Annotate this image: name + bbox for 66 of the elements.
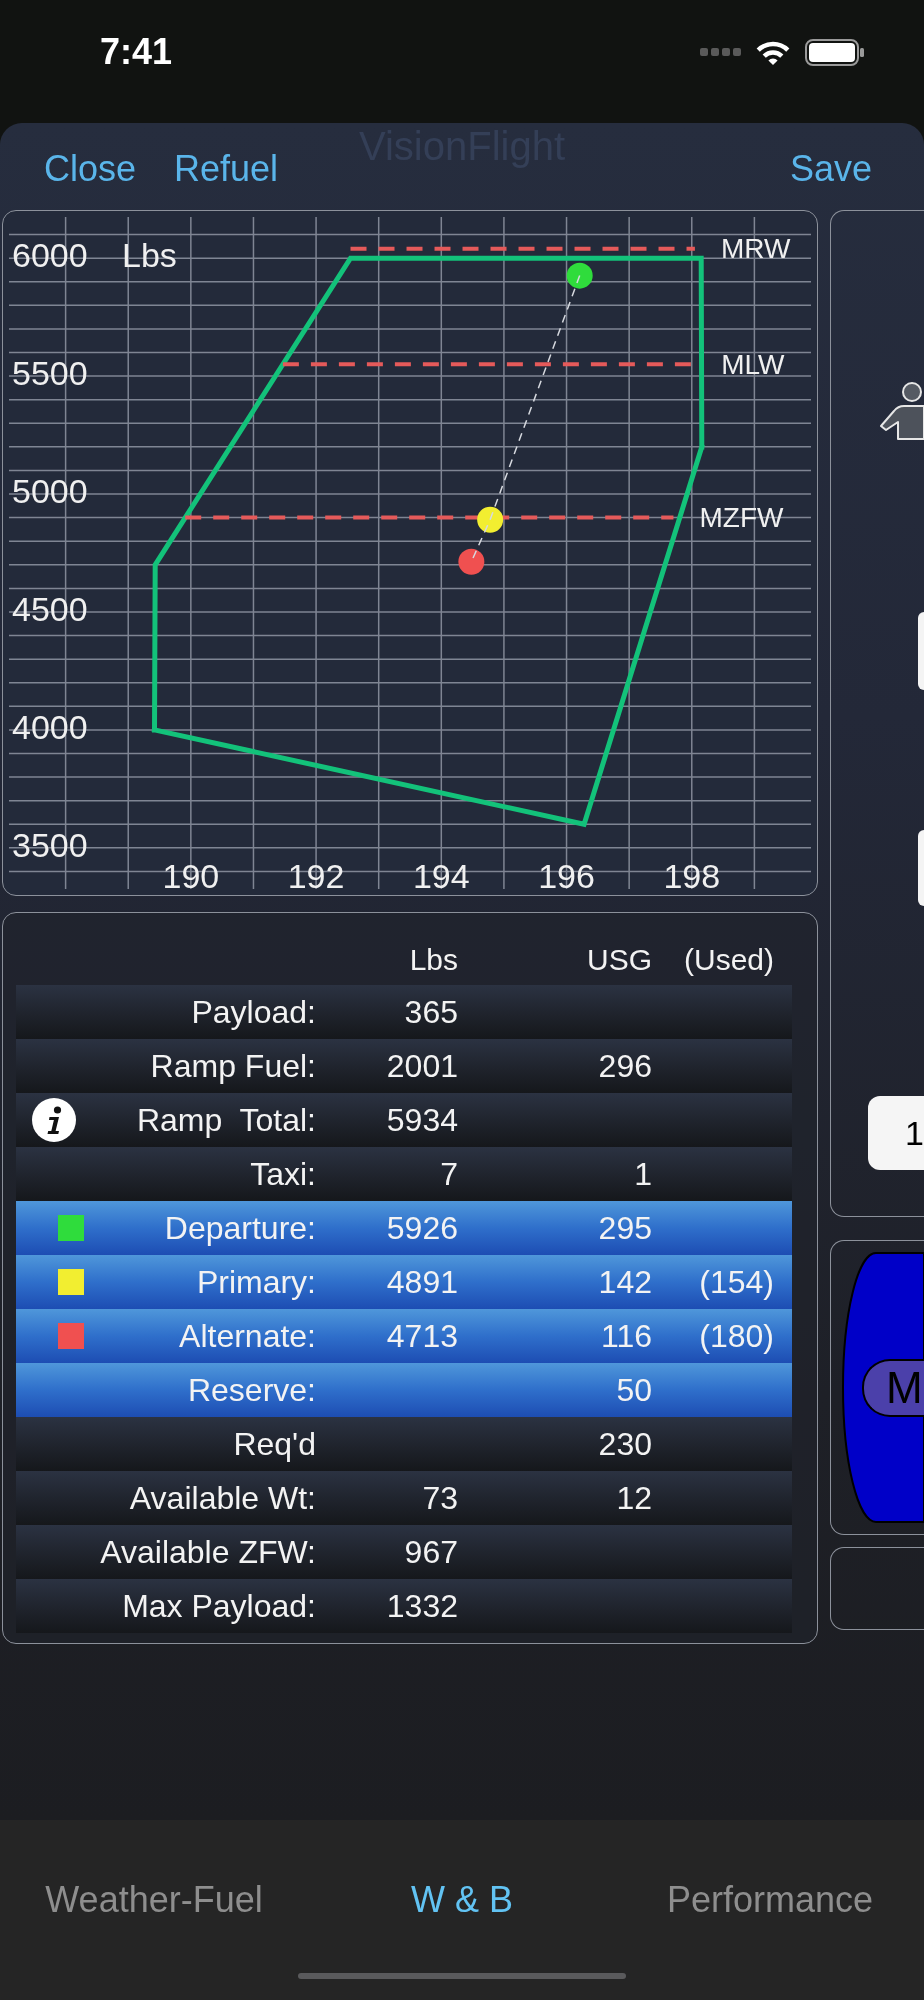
table-cell: 5934 bbox=[386, 1101, 458, 1139]
row-label: Available Wt: bbox=[129, 1479, 316, 1517]
tick-label: 5500 bbox=[12, 354, 88, 393]
table-cell: 5926 bbox=[386, 1209, 458, 1247]
tick-label: 4000 bbox=[12, 707, 88, 746]
table-cell: 230 bbox=[598, 1425, 652, 1463]
person-icon bbox=[879, 381, 924, 440]
table-cell: 967 bbox=[404, 1533, 458, 1571]
header-button[interactable]: Save bbox=[789, 149, 872, 189]
limit-label: MRW bbox=[720, 233, 791, 265]
table-cell: (154) bbox=[699, 1263, 774, 1301]
table-cell: 296 bbox=[598, 1047, 652, 1085]
column-header: USG bbox=[587, 943, 652, 977]
tick-label: 6000 bbox=[12, 236, 88, 275]
table-cell: 73 bbox=[422, 1479, 458, 1517]
signal-icon bbox=[700, 48, 741, 56]
row-label: Payload: bbox=[191, 993, 316, 1031]
tick-label: 4500 bbox=[12, 589, 88, 628]
header-button[interactable]: Refuel bbox=[174, 149, 279, 189]
row-label: Departure: bbox=[164, 1209, 316, 1247]
limit-label: MZFW bbox=[699, 502, 784, 534]
table-cell: 2001 bbox=[386, 1047, 458, 1085]
table-cell: 1 bbox=[634, 1155, 652, 1193]
row-label: Max Payload: bbox=[122, 1587, 316, 1625]
tick-label: 190 bbox=[162, 857, 220, 895]
table-cell: 365 bbox=[404, 993, 458, 1031]
info-icon[interactable] bbox=[32, 1098, 76, 1142]
tick-label: 196 bbox=[538, 857, 595, 895]
table-cell: 50 bbox=[616, 1371, 652, 1409]
battery-icon bbox=[805, 38, 864, 66]
table-cell: 142 bbox=[598, 1263, 652, 1301]
wifi-icon bbox=[756, 39, 790, 65]
limit-label: MLW bbox=[721, 348, 785, 380]
table-cell: 12 bbox=[616, 1479, 652, 1517]
header-button[interactable]: Close bbox=[44, 149, 137, 189]
table-cell: 4713 bbox=[386, 1317, 458, 1355]
row-label: Ramp Total: bbox=[136, 1101, 316, 1139]
row-label: Alternate: bbox=[179, 1317, 316, 1355]
table-cell: (180) bbox=[699, 1317, 774, 1355]
tick-label: 194 bbox=[412, 857, 470, 895]
status-time: 7:41 bbox=[100, 32, 173, 72]
tick-label: 192 bbox=[287, 857, 345, 895]
tick-label: 198 bbox=[663, 857, 721, 895]
table-cell: 295 bbox=[598, 1209, 652, 1247]
axis-unit-label: Lbs bbox=[122, 236, 177, 275]
row-label: Primary: bbox=[196, 1263, 316, 1301]
tick-label: 3500 bbox=[12, 825, 88, 864]
tab[interactable]: W & B bbox=[411, 1880, 513, 1920]
number-field[interactable]: 1 bbox=[868, 1096, 924, 1170]
table-cell: 7 bbox=[440, 1155, 458, 1193]
table-cell: 4891 bbox=[386, 1263, 458, 1301]
row-label: Reserve: bbox=[187, 1371, 316, 1409]
row-label: Req'd bbox=[233, 1425, 316, 1463]
column-header: Lbs bbox=[409, 943, 458, 977]
row-label: Available ZFW: bbox=[100, 1533, 316, 1571]
tick-label: 5000 bbox=[12, 472, 88, 511]
table-cell: 116 bbox=[601, 1317, 652, 1355]
column-header: (Used) bbox=[684, 943, 774, 977]
label-pill: M bbox=[862, 1359, 924, 1417]
input-field[interactable] bbox=[918, 612, 924, 690]
row-label: Taxi: bbox=[250, 1155, 316, 1193]
row-label: Ramp Fuel: bbox=[150, 1047, 316, 1085]
input-field[interactable] bbox=[918, 830, 924, 906]
tab[interactable]: Performance bbox=[666, 1880, 874, 1920]
tab[interactable]: Weather-Fuel bbox=[45, 1880, 263, 1920]
table-cell: 1332 bbox=[386, 1587, 458, 1625]
